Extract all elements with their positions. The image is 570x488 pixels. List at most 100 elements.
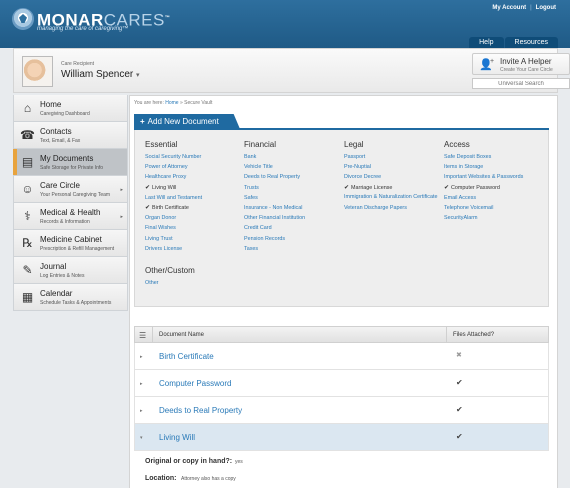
table-row[interactable]: ▸ Birth Certificate ✖	[134, 343, 549, 370]
document-type-label: Other	[145, 280, 159, 286]
document-type-passport[interactable]: Passport	[344, 152, 444, 162]
document-type-label: Telephone Voicemail	[444, 205, 494, 211]
invite-helper-button[interactable]: 👤 + Invite A Helper Create Your Care Cir…	[472, 53, 570, 75]
document-type-items-in-storage[interactable]: Items in Storage	[444, 162, 544, 172]
sidebar-item-title: Medical & Health	[40, 208, 101, 217]
column-menu-icon[interactable]: ☰	[139, 331, 146, 340]
document-type-important-websites-passwords[interactable]: Important Websites & Passwords	[444, 174, 544, 181]
sidebar-item-care-circle[interactable]: ☺ Care Circle Your Personal Caregiving Tea…	[13, 176, 128, 203]
document-type-organ-donor[interactable]: Organ Donor	[145, 213, 245, 223]
document-type-living-trust[interactable]: Living Trust	[145, 234, 245, 244]
table-row[interactable]: ▾ Living Will ✔	[134, 424, 549, 451]
add-new-document-tab[interactable]: + Add New Document	[134, 114, 240, 129]
link-separator: |	[530, 5, 532, 11]
header-tabs: Help Resources	[468, 37, 558, 48]
recipient-avatar	[22, 56, 53, 87]
document-type-veteran-discharge-papers[interactable]: Veteran Discharge Papers	[344, 203, 444, 213]
expand-right-icon[interactable]: ▸	[140, 408, 143, 414]
document-name-link[interactable]: Birth Certificate	[159, 352, 214, 361]
document-name-link[interactable]: Computer Password	[159, 379, 231, 388]
files-attached-check-icon: ✔	[456, 405, 463, 414]
document-type-label: Final Wishes	[145, 225, 176, 232]
document-type-label: Credit Card	[244, 225, 272, 232]
essential-heading: Essential	[145, 140, 178, 149]
document-type-healthcare-proxy[interactable]: Healthcare Proxy	[145, 172, 245, 182]
logout-link[interactable]: Logout	[536, 5, 556, 11]
document-type-label: Vehicle Title	[244, 164, 273, 171]
help-tab[interactable]: Help	[469, 37, 504, 48]
document-type-insurance-non-medical[interactable]: Insurance - Non Medical	[244, 203, 344, 213]
expand-right-icon[interactable]: ▸	[140, 354, 143, 360]
table-row[interactable]: ▸ Deeds to Real Property ✔	[134, 397, 549, 424]
document-name-link[interactable]: Living Will	[159, 433, 195, 442]
sidebar-item-home[interactable]: ⌂ Home Caregiving Dashboard	[13, 95, 128, 122]
document-type-computer-password[interactable]: ✔ Computer Password	[444, 183, 544, 193]
my-account-link[interactable]: My Account	[492, 5, 526, 11]
document-type-deeds-to-real-property[interactable]: Deeds to Real Property	[244, 172, 344, 182]
document-type-label: Passport	[344, 154, 366, 160]
document-type-label: Last Will and Testament	[145, 194, 203, 201]
table-header: ☰ Document Name Files Attached?	[134, 326, 549, 343]
chevron-down-icon: ▾	[136, 72, 140, 79]
document-name-link[interactable]: Deeds to Real Property	[159, 406, 242, 415]
universal-search-input[interactable]	[472, 78, 570, 89]
calendar-icon: ▦	[21, 290, 34, 304]
document-type-label: Marriage License	[351, 184, 393, 191]
financial-column: Financial Bank Vehicle Title Deeds to Real …	[244, 140, 344, 254]
care-recipient-label: Care Recipient	[61, 61, 95, 67]
document-type-social-security-number[interactable]: Social Security Number	[145, 152, 245, 162]
document-type-living-will[interactable]: ✔ Living Will	[145, 183, 245, 193]
files-attached-check-icon: ✔	[456, 378, 463, 387]
sidebar-item-contacts[interactable]: ☎ Contacts Text, Email, & Fax	[13, 122, 128, 149]
other-heading: Other/Custom	[145, 266, 195, 275]
document-type-other[interactable]: Other	[145, 278, 245, 288]
document-type-email-access[interactable]: Email Access	[444, 193, 544, 203]
document-type-bank[interactable]: Bank	[244, 152, 344, 162]
document-type-safes[interactable]: Safes	[244, 193, 344, 203]
resources-tab[interactable]: Resources	[504, 37, 558, 48]
document-type-label: Deeds to Real Property	[244, 174, 301, 181]
sidebar-item-title: Home	[40, 100, 62, 109]
document-type-securityalarm[interactable]: SecurityAlarm	[444, 213, 544, 223]
table-row[interactable]: ▸ Computer Password ✔	[134, 370, 549, 397]
document-type-drivers-license[interactable]: Drivers License	[145, 244, 245, 254]
document-type-label: Healthcare Proxy	[145, 174, 187, 181]
add-new-document-label: Add New Document	[147, 117, 219, 126]
detail-value: Attorney also has a copy	[181, 476, 236, 482]
rx-icon: ℞	[22, 236, 33, 250]
sidebar-item-my-documents[interactable]: ▤ My Documents Safe Storage for Private In…	[13, 149, 128, 176]
document-type-vehicle-title[interactable]: Vehicle Title	[244, 162, 344, 172]
document-type-power-of-attorney[interactable]: Power of Attorney	[145, 162, 245, 172]
expand-down-icon[interactable]: ▾	[140, 435, 143, 441]
expand-right-icon[interactable]: ▸	[140, 381, 143, 387]
document-type-marriage-license[interactable]: ✔ Marriage License	[344, 183, 444, 193]
document-type-other-financial-institution[interactable]: Other Financial Institution	[244, 213, 344, 223]
sidebar-item-calendar[interactable]: ▦ Calendar Schedule Tasks & Appointments	[13, 284, 128, 311]
document-type-safe-deposit-boxes[interactable]: Safe Deposit Boxes	[444, 152, 544, 162]
plus-icon: +	[140, 117, 145, 126]
tagline: managing the care of caregiving™	[37, 26, 129, 32]
document-type-trusts[interactable]: Trusts	[244, 183, 344, 193]
document-type-telephone-voicemail[interactable]: Telephone Voicemail	[444, 203, 544, 213]
document-type-divorce-decree[interactable]: Divorce Decree	[344, 172, 444, 182]
document-type-label: Computer Password	[451, 184, 500, 191]
sidebar-item-medical-health[interactable]: ⚕ Medical & Health Records & Information ▸	[13, 203, 128, 230]
document-type-pension-records[interactable]: Pension Records	[244, 234, 344, 244]
document-type-credit-card[interactable]: Credit Card	[244, 223, 344, 233]
document-name-header[interactable]: Document Name	[159, 332, 204, 338]
document-type-pre-nuptial[interactable]: Pre-Nuptial	[344, 162, 444, 172]
document-type-taxes[interactable]: Taxes	[244, 244, 344, 254]
document-type-birth-certificate[interactable]: ✔ Birth Certificate	[145, 203, 245, 213]
document-type-immigration-naturalization-certificate[interactable]: Immigration & Naturalization Certificate	[344, 194, 444, 201]
main-content: You are here: Home » Secure Vault + Add N…	[129, 95, 558, 488]
sidebar-item-medicine-cabinet[interactable]: ℞ Medicine Cabinet Prescription & Refill M…	[13, 230, 128, 257]
sidebar-item-journal[interactable]: ✎ Journal Log Entries & Notes	[13, 257, 128, 284]
document-type-last-will-and-testament[interactable]: Last Will and Testament	[145, 193, 245, 203]
access-column: Access Safe Deposit Boxes Items in Storage…	[444, 140, 544, 223]
care-recipient-selector[interactable]: William Spencer ▾	[61, 69, 140, 80]
breadcrumb-home-link[interactable]: Home	[165, 100, 178, 106]
files-attached-header[interactable]: Files Attached?	[453, 332, 494, 338]
document-type-label: Email Access	[444, 194, 477, 201]
care-recipient-bar: Care Recipient William Spencer ▾ 👤 + Inv…	[13, 48, 570, 93]
document-type-final-wishes[interactable]: Final Wishes	[145, 223, 245, 233]
